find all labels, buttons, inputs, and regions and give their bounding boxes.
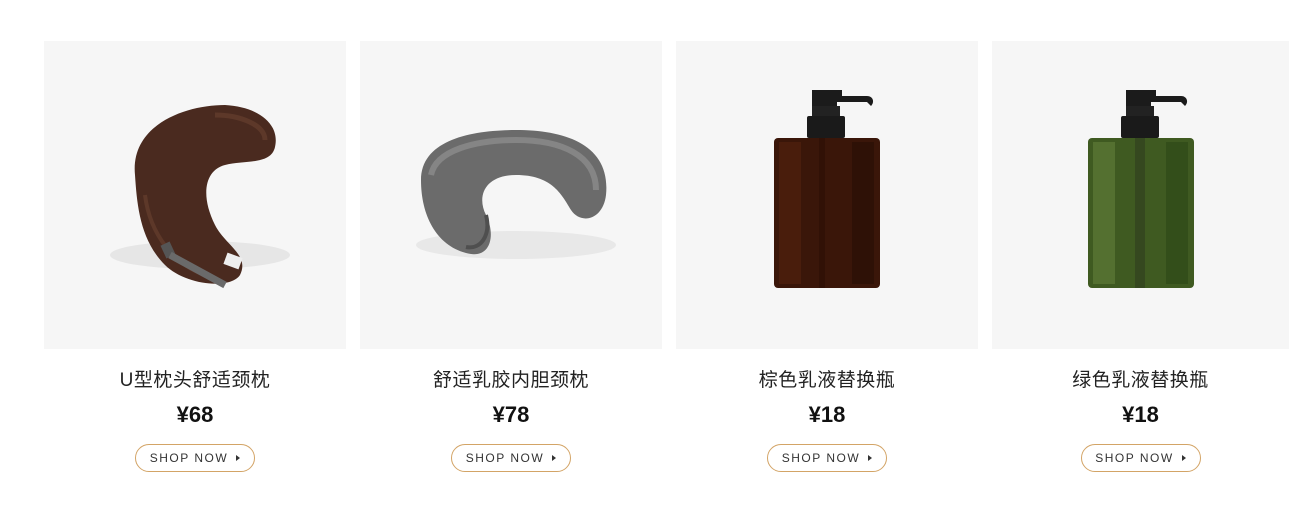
shop-now-button[interactable]: SHOP NOW: [1080, 444, 1201, 472]
product-grid: U型枕头舒适颈枕 ¥68 SHOP NOW 舒适乳胶内胆颈枕 ¥78 SHOP …: [0, 0, 1289, 508]
shop-now-label: SHOP NOW: [781, 451, 861, 465]
product-image-brown-pump-bottle[interactable]: [676, 41, 978, 349]
product-card: 绿色乳液替换瓶 ¥18 SHOP NOW: [992, 41, 1289, 472]
product-name: 棕色乳液替换瓶: [758, 370, 896, 391]
shop-now-button[interactable]: SHOP NOW: [135, 444, 255, 472]
product-name: 舒适乳胶内胆颈枕: [432, 370, 589, 391]
product-card: U型枕头舒适颈枕 ¥68 SHOP NOW: [44, 41, 346, 472]
shop-now-button[interactable]: SHOP NOW: [451, 444, 571, 472]
product-name: 绿色乳液替换瓶: [1072, 370, 1209, 391]
shop-now-label: SHOP NOW: [1095, 451, 1174, 465]
shop-now-button[interactable]: SHOP NOW: [767, 444, 887, 472]
shop-now-label: SHOP NOW: [149, 451, 229, 465]
product-name: U型枕头舒适颈枕: [119, 370, 271, 391]
caret-right-icon: [868, 455, 873, 461]
shop-now-label: SHOP NOW: [465, 451, 545, 465]
caret-right-icon: [552, 455, 557, 461]
product-price: ¥18: [808, 402, 846, 427]
product-image-green-pump-bottle[interactable]: [992, 41, 1289, 349]
product-image-brown-u-pillow[interactable]: [44, 41, 346, 349]
product-price: ¥78: [492, 402, 530, 427]
product-image-grey-u-pillow[interactable]: [360, 41, 662, 349]
caret-right-icon: [236, 455, 241, 461]
product-card: 棕色乳液替换瓶 ¥18 SHOP NOW: [676, 41, 978, 472]
product-card: 舒适乳胶内胆颈枕 ¥78 SHOP NOW: [360, 41, 662, 472]
product-price: ¥18: [1122, 402, 1159, 427]
product-price: ¥68: [176, 402, 214, 427]
caret-right-icon: [1181, 455, 1186, 461]
